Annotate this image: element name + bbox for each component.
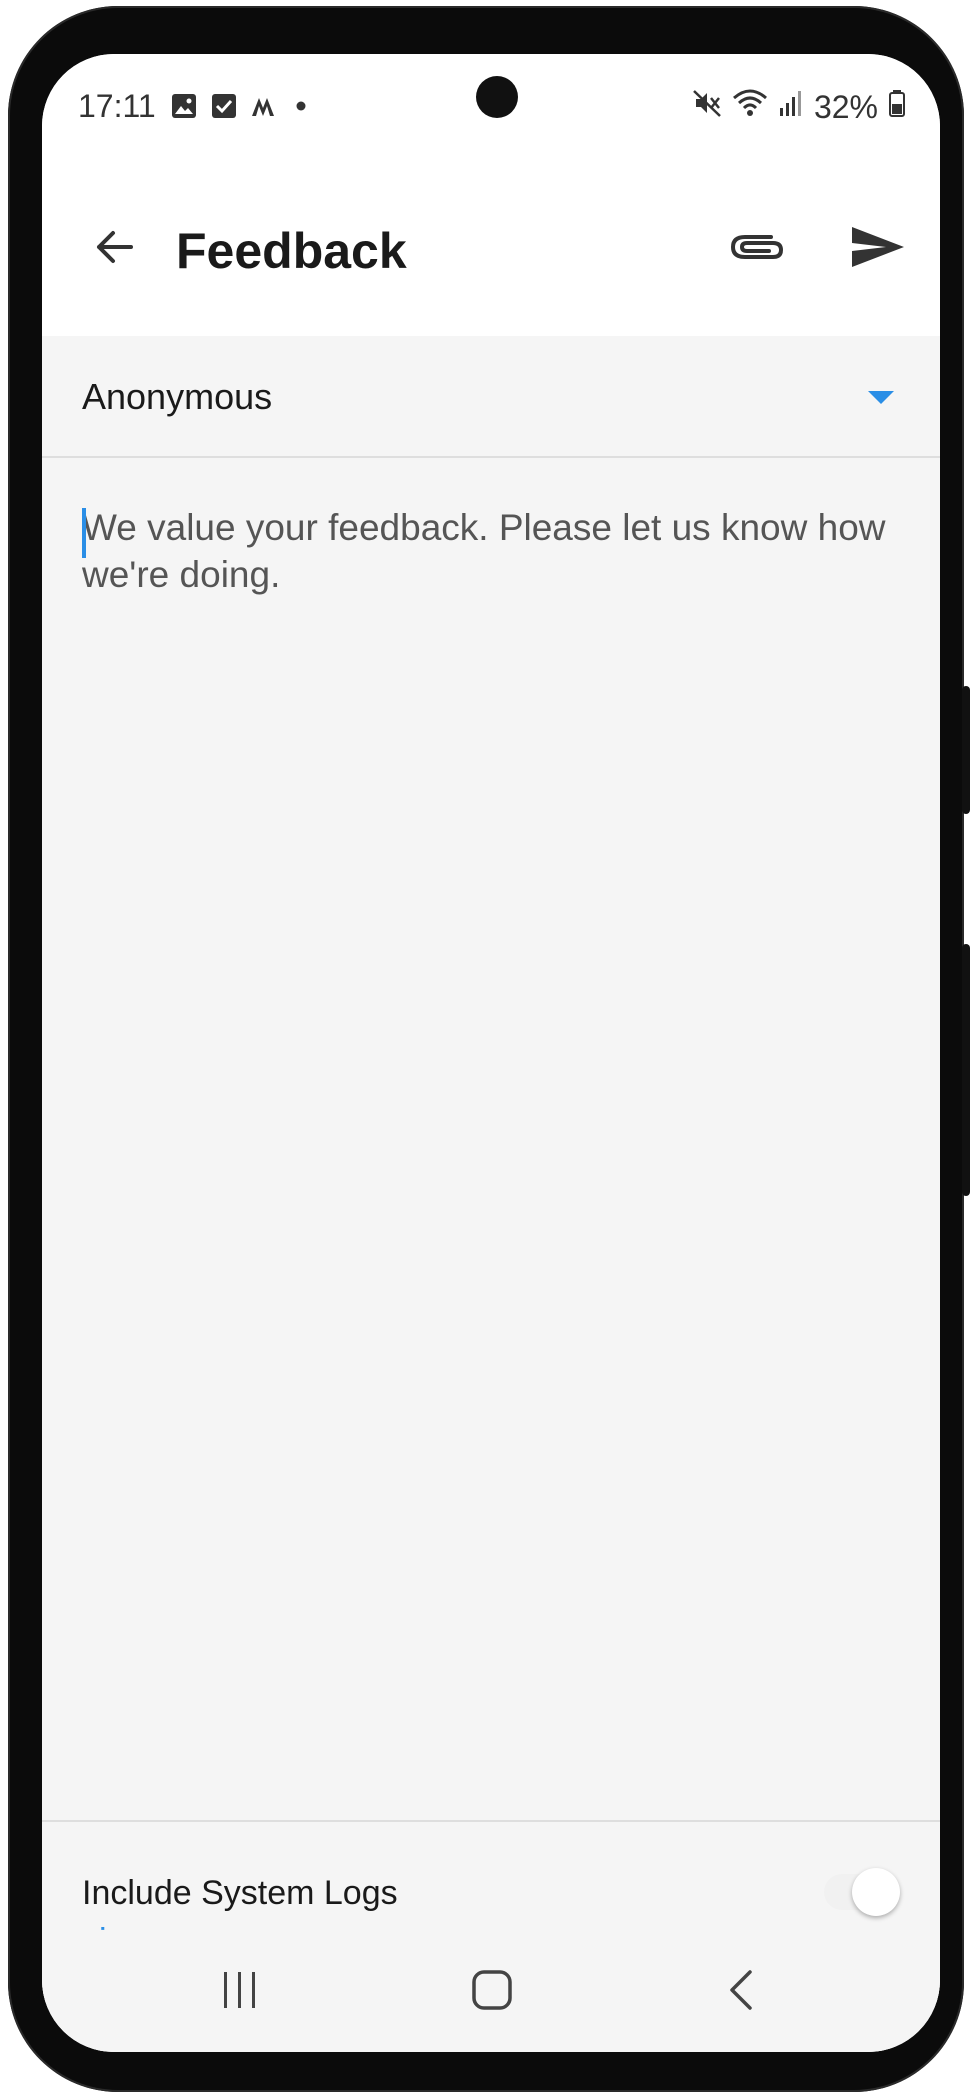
power-button: [962, 944, 970, 1196]
wifi-icon: [732, 88, 768, 126]
screen: 17:11 32% Feedback Anonymous We value yo…: [42, 54, 940, 2052]
dot-icon: [292, 92, 310, 125]
arrow-left-icon: [91, 223, 139, 276]
feedback-placeholder: We value your feedback. Please let us kn…: [82, 507, 886, 595]
battery-label: 32%: [813, 88, 878, 125]
toggle-knob: [852, 1868, 900, 1916]
back-button[interactable]: [80, 214, 150, 284]
image-icon: [170, 92, 198, 125]
send-icon: [850, 223, 906, 276]
volume-button: [962, 686, 970, 814]
app-bar: Feedback: [42, 164, 940, 336]
recents-button[interactable]: [200, 1952, 280, 2032]
home-button[interactable]: [452, 1952, 532, 2032]
phone-frame: 17:11 32% Feedback Anonymous We value yo…: [8, 6, 970, 2092]
text-cursor: [82, 508, 86, 558]
mute-icon: [692, 88, 722, 126]
system-icons: 32%: [692, 88, 906, 126]
sender-value: Anonymous: [82, 376, 273, 417]
recents-icon: [218, 1968, 262, 2017]
notification-icons: [170, 92, 310, 125]
back-icon: [720, 1968, 764, 2017]
battery-icon: [888, 88, 906, 126]
checkbox-icon: [210, 92, 238, 125]
home-icon: [470, 1968, 514, 2017]
navigation-bar: [42, 1932, 940, 2052]
include-logs-label: Include System Logs: [82, 1874, 398, 1912]
attach-button[interactable]: [722, 214, 792, 284]
status-time: 17:11: [78, 88, 156, 124]
page-title: Feedback: [176, 223, 407, 279]
sender-dropdown[interactable]: Anonymous: [42, 336, 940, 458]
nav-back-button[interactable]: [702, 1952, 782, 2032]
signal-icon: [778, 88, 804, 126]
include-logs-toggle[interactable]: [824, 1862, 902, 1922]
send-button[interactable]: [842, 214, 914, 284]
front-camera: [476, 76, 518, 118]
status-bar: 17:11 32%: [42, 54, 940, 164]
feedback-input[interactable]: We value your feedback. Please let us kn…: [82, 504, 902, 1804]
feedback-form: Anonymous We value your feedback. Please…: [42, 336, 940, 2052]
paperclip-icon: [729, 227, 785, 272]
app-icon: [250, 92, 280, 125]
chevron-down-icon: [868, 391, 894, 404]
